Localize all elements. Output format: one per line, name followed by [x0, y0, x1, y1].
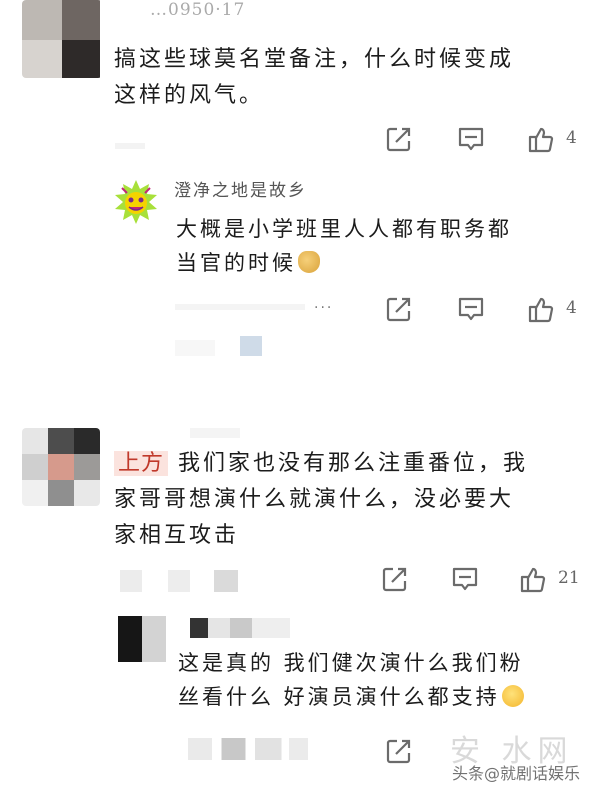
thumbs-up-icon[interactable] [526, 294, 556, 324]
like-count: 4 [566, 128, 577, 148]
share-icon[interactable] [384, 124, 414, 154]
thumbs-up-icon[interactable] [518, 564, 548, 594]
watermark-handle: 头条@就剧话娱乐 [452, 764, 581, 783]
blurred-meta [214, 570, 238, 592]
username[interactable]: …0950·17 [150, 0, 245, 20]
reply-text: 大概是小学班里人人都有职务都 当官的时候 [176, 217, 512, 275]
action-bar: 4 [384, 124, 594, 158]
blurred-meta [188, 738, 308, 760]
comment-text: 上方 我们家也没有那么注重番位，我 家哥哥想演什么就演什么，没必要大 家相互攻击 [114, 451, 529, 548]
share-icon[interactable] [380, 564, 410, 594]
blurred-meta [115, 143, 145, 149]
comment-icon[interactable] [456, 294, 486, 324]
avatar[interactable] [22, 0, 102, 78]
blurred-meta [240, 336, 262, 356]
reply-text: 这是真的 我们健次演什么我们粉 丝看什么 好演员演什么都支持 [178, 651, 524, 709]
share-icon[interactable] [384, 736, 414, 766]
thumbs-up-icon[interactable] [526, 124, 556, 154]
username-prefix[interactable]: 上方 [114, 451, 169, 476]
avatar[interactable] [118, 616, 166, 662]
doge-emoji [298, 251, 320, 273]
like-count: 4 [566, 298, 577, 318]
smile-emoji [501, 685, 524, 707]
blurred-meta [175, 340, 215, 356]
blurred-username [190, 428, 240, 438]
avatar[interactable] [22, 428, 100, 506]
action-bar: 4 [384, 294, 594, 328]
blurred-meta [168, 570, 190, 592]
blurred-username[interactable] [190, 618, 290, 638]
action-bar: 21 [380, 564, 594, 598]
comment-text: 搞这些球莫名堂备注，什么时候变成 这样的风气。 [114, 47, 515, 108]
username[interactable]: 澄净之地是故乡 [174, 176, 307, 201]
comment-icon[interactable] [456, 124, 486, 154]
blurred-meta [120, 570, 142, 592]
avatar[interactable] [112, 178, 160, 226]
comment-icon[interactable] [450, 564, 480, 594]
more-dots[interactable]: ··· [314, 300, 333, 316]
like-count: 21 [558, 568, 580, 588]
blurred-meta [175, 304, 305, 310]
share-icon[interactable] [384, 294, 414, 324]
